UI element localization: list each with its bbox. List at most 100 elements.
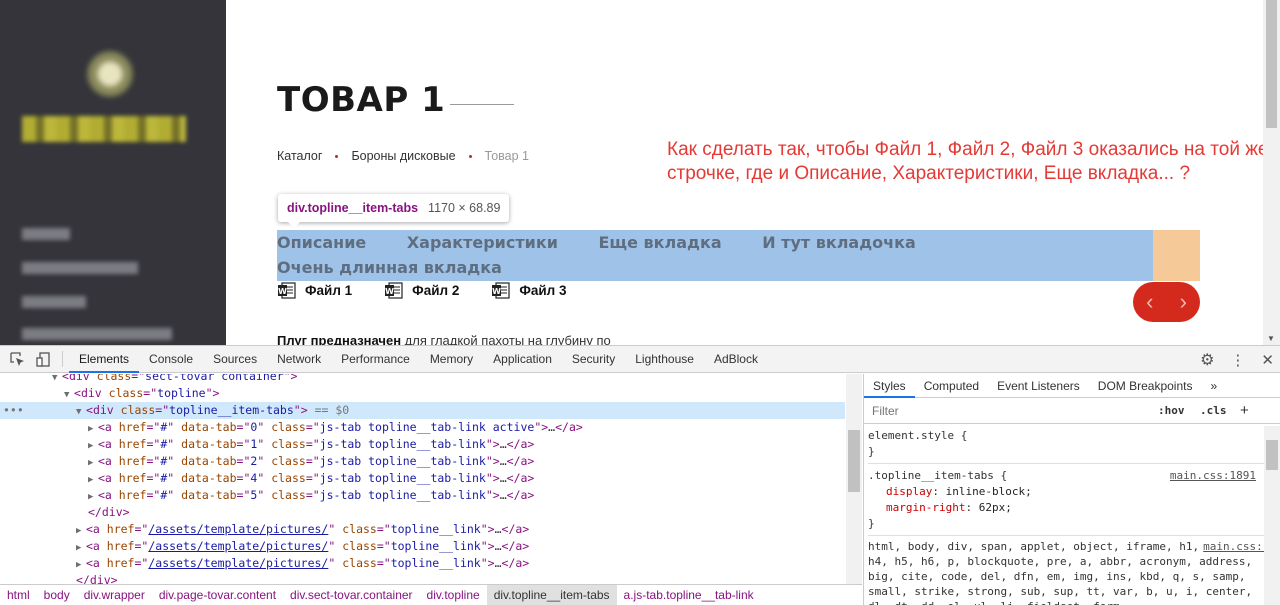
styles-pane: Styles Computed Event Listeners DOM Brea… bbox=[863, 374, 1280, 605]
rule-element-style[interactable]: element.style { } bbox=[868, 424, 1276, 464]
add-rule-icon[interactable]: + bbox=[1240, 402, 1249, 419]
devtools-toolbar-right: ⚙ ⋮ ✕ bbox=[1200, 346, 1274, 373]
dom-node-link[interactable]: ▶ <a href="/assets/template/pictures/" cl… bbox=[0, 538, 845, 555]
breadcrumb-separator bbox=[468, 154, 472, 158]
dom-node-tab-link[interactable]: ▶ <a href="#" data-tab="1" class="js-tab … bbox=[0, 436, 845, 453]
slider-nav: ‹ › bbox=[1133, 282, 1200, 322]
dom-crumb-selected[interactable]: div.topline__item-tabs bbox=[486, 585, 617, 605]
style-rules: element.style { } main.css:1891 .topline… bbox=[864, 424, 1280, 605]
tab-dom-breakpoints[interactable]: DOM Breakpoints bbox=[1089, 374, 1202, 398]
file-link-3[interactable]: W Файл 3 bbox=[491, 282, 567, 299]
rule-property[interactable]: margin-right: 62px; bbox=[868, 500, 1276, 516]
breadcrumb-link-catalog[interactable]: Каталог bbox=[277, 149, 322, 163]
tab-lighthouse[interactable]: Lighthouse bbox=[625, 346, 704, 373]
dom-node[interactable]: ▼ <div class="sect-tovar container"> bbox=[0, 374, 845, 385]
dom-node-close[interactable]: </div> bbox=[0, 504, 845, 521]
tab-network[interactable]: Network bbox=[267, 346, 331, 373]
node-options-icon[interactable]: ••• bbox=[3, 402, 24, 419]
rule-close: } bbox=[868, 445, 875, 458]
breadcrumb-separator bbox=[335, 154, 339, 158]
devtools-toolbar: Elements Console Sources Network Perform… bbox=[0, 346, 1280, 373]
tab-event-listeners[interactable]: Event Listeners bbox=[988, 374, 1089, 398]
slider-prev-button[interactable]: ‹ bbox=[1146, 289, 1153, 315]
hover-state-toggle[interactable]: :hov bbox=[1158, 404, 1185, 417]
rule-reset[interactable]: main.css:15 html, body, div, span, apple… bbox=[868, 536, 1276, 605]
dom-crumb[interactable]: div.sect-tovar.container bbox=[283, 585, 420, 605]
scroll-down-arrow-icon[interactable]: ▼ bbox=[1267, 334, 1275, 343]
site-sidebar bbox=[0, 0, 226, 345]
tab-characteristics[interactable]: Характеристики bbox=[407, 233, 558, 252]
tab-more[interactable]: Еще вкладка bbox=[599, 233, 722, 252]
rule-topline-item-tabs[interactable]: main.css:1891 .topline__item-tabs { disp… bbox=[868, 464, 1276, 536]
blurred-menu-item[interactable] bbox=[22, 328, 172, 340]
close-icon[interactable]: ✕ bbox=[1261, 351, 1274, 369]
page-title: ТОВАР 1 bbox=[277, 80, 446, 120]
dom-breadcrumbs: html body div.wrapper div.page-tovar.con… bbox=[0, 584, 862, 605]
file-label: Файл 2 bbox=[412, 283, 460, 298]
rule-selector: element.style { bbox=[868, 429, 968, 442]
styles-filter-input[interactable] bbox=[872, 403, 1152, 418]
product-description: Плуг предназначен для гладкой пахоты на … bbox=[277, 333, 611, 345]
file-link-1[interactable]: W Файл 1 bbox=[277, 282, 352, 299]
class-toggle[interactable]: .cls bbox=[1200, 404, 1227, 417]
tab-computed[interactable]: Computed bbox=[915, 374, 988, 398]
page-viewport: ТОВАР 1 Каталог Бороны дисковые Товар 1 … bbox=[0, 0, 1280, 345]
dom-crumb[interactable]: div.topline bbox=[420, 585, 487, 605]
tab-performance[interactable]: Performance bbox=[331, 346, 420, 373]
tab-very-long[interactable]: Очень длинная вкладка bbox=[277, 258, 502, 277]
dom-node-tab-link[interactable]: ▶ <a href="#" data-tab="4" class="js-tab … bbox=[0, 470, 845, 487]
rule-close: } bbox=[868, 517, 875, 530]
page-scrollbar[interactable]: ▼ bbox=[1263, 0, 1280, 345]
rule-property[interactable]: display: inline-block; bbox=[868, 484, 1276, 500]
dom-crumb[interactable]: body bbox=[37, 585, 77, 605]
dom-node-tab-link[interactable]: ▶ <a href="#" data-tab="2" class="js-tab … bbox=[0, 453, 845, 470]
dom-crumb[interactable]: div.page-tovar.content bbox=[152, 585, 283, 605]
tab-elements[interactable]: Elements bbox=[69, 346, 140, 373]
more-options-icon[interactable]: ⋮ bbox=[1230, 351, 1245, 369]
file-label: Файл 3 bbox=[519, 283, 567, 298]
elements-scrollbar[interactable] bbox=[846, 374, 862, 584]
blurred-menu-item[interactable] bbox=[22, 296, 86, 308]
inspect-tooltip: div.topline__item-tabs 1170 × 68.89 bbox=[278, 194, 510, 228]
dom-node-link[interactable]: ▶ <a href="/assets/template/pictures/" cl… bbox=[0, 555, 845, 572]
tab-console[interactable]: Console bbox=[139, 346, 203, 373]
inspect-element-icon[interactable] bbox=[4, 351, 30, 367]
file-links: W Файл 1 W Файл 2 W Файл 3 bbox=[277, 282, 599, 299]
page-scrollbar-thumb[interactable] bbox=[1266, 0, 1277, 128]
device-toolbar-icon[interactable] bbox=[30, 351, 56, 367]
settings-gear-icon[interactable]: ⚙ bbox=[1200, 350, 1214, 370]
more-tabs-icon[interactable]: » bbox=[1201, 374, 1226, 398]
breadcrumb-link-category[interactable]: Бороны дисковые bbox=[351, 149, 455, 163]
dom-node-selected[interactable]: ••• ▼ <div class="topline__item-tabs"> ==… bbox=[0, 402, 845, 419]
description-text: для гладкой пахоты на глубину по bbox=[401, 333, 611, 345]
dom-node-close[interactable]: </div> bbox=[0, 572, 845, 584]
breadcrumb-current: Товар 1 bbox=[484, 149, 529, 163]
tab-adblock[interactable]: AdBlock bbox=[704, 346, 768, 373]
tab-sources[interactable]: Sources bbox=[203, 346, 267, 373]
blurred-menu-item[interactable] bbox=[22, 228, 70, 240]
elements-scrollbar-thumb[interactable] bbox=[848, 430, 860, 492]
dom-node-tab-link[interactable]: ▶ <a href="#" data-tab="0" class="js-tab … bbox=[0, 419, 845, 436]
product-tabs: Описание Характеристики Еще вкладка И ту… bbox=[277, 230, 1153, 280]
tab-application[interactable]: Application bbox=[483, 346, 562, 373]
dom-crumb[interactable]: div.wrapper bbox=[77, 585, 152, 605]
dom-crumb[interactable]: a.js-tab.topline__tab-link bbox=[617, 585, 761, 605]
dom-node[interactable]: ▼ <div class="topline"> bbox=[0, 385, 845, 402]
tab-and-here[interactable]: И тут вкладочка bbox=[762, 233, 916, 252]
styles-scrollbar-thumb[interactable] bbox=[1266, 440, 1278, 470]
rule-source-link[interactable]: main.css:1891 bbox=[1170, 468, 1256, 484]
blurred-logo bbox=[78, 44, 142, 104]
dom-node-link[interactable]: ▶ <a href="/assets/template/pictures/" cl… bbox=[0, 521, 845, 538]
blurred-menu-item[interactable] bbox=[22, 262, 138, 274]
file-link-2[interactable]: W Файл 2 bbox=[384, 282, 459, 299]
tab-memory[interactable]: Memory bbox=[420, 346, 483, 373]
blurred-site-title bbox=[22, 116, 186, 142]
slider-next-button[interactable]: › bbox=[1180, 289, 1187, 315]
devtools-panel: Elements Console Sources Network Perform… bbox=[0, 345, 1280, 605]
tab-styles[interactable]: Styles bbox=[864, 374, 915, 398]
styles-scrollbar[interactable] bbox=[1264, 426, 1280, 605]
tab-security[interactable]: Security bbox=[562, 346, 625, 373]
dom-node-tab-link[interactable]: ▶ <a href="#" data-tab="5" class="js-tab … bbox=[0, 487, 845, 504]
dom-crumb[interactable]: html bbox=[0, 585, 37, 605]
tab-description[interactable]: Описание bbox=[277, 233, 366, 252]
